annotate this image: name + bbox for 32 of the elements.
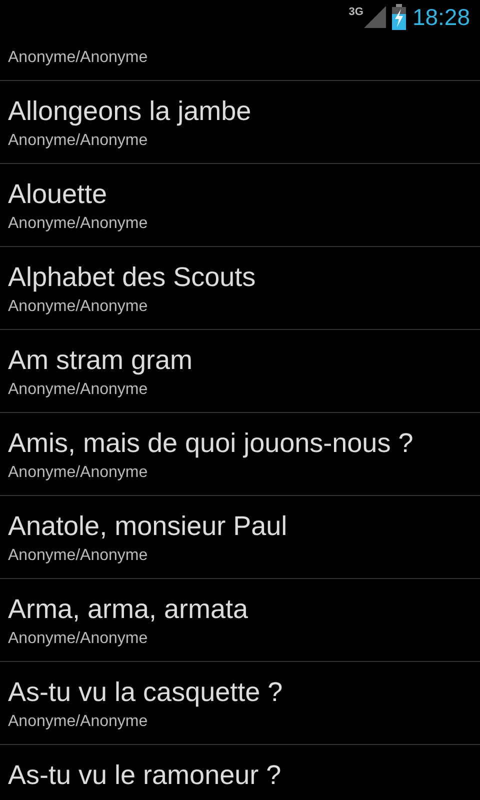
song-author: Anonyme/Anonyme bbox=[8, 380, 149, 400]
song-author: Anonyme/Anonyme bbox=[8, 214, 149, 234]
song-list-item[interactable]: Alphabet des Scouts Anonyme/Anonyme bbox=[0, 247, 480, 330]
song-list-item[interactable]: As-tu vu le ramoneur ? bbox=[0, 745, 480, 800]
song-list-item[interactable]: Alouette Anonyme/Anonyme bbox=[0, 164, 480, 247]
song-list-item[interactable]: As-tu vu la casquette ? Anonyme/Anonyme bbox=[0, 662, 480, 745]
song-title: Arma, arma, armata bbox=[8, 593, 250, 625]
song-title: Anatole, monsieur Paul bbox=[8, 510, 288, 542]
song-list-item[interactable]: Anonyme/Anonyme bbox=[0, 34, 480, 81]
song-author: Anonyme/Anonyme bbox=[8, 297, 149, 317]
song-author: Anonyme/Anonyme bbox=[8, 546, 149, 566]
song-author: Anonyme/Anonyme bbox=[8, 48, 149, 68]
song-title: As-tu vu la casquette ? bbox=[8, 676, 284, 708]
song-author: Anonyme/Anonyme bbox=[8, 712, 149, 732]
song-title: Allongeons la jambe bbox=[8, 95, 252, 127]
song-author: Anonyme/Anonyme bbox=[8, 629, 149, 649]
song-list-item[interactable]: Arma, arma, armata Anonyme/Anonyme bbox=[0, 579, 480, 662]
song-title: Am stram gram bbox=[8, 344, 194, 376]
clock: 18:28 bbox=[412, 4, 470, 30]
signal-icon bbox=[364, 6, 386, 28]
song-title: Alouette bbox=[8, 178, 108, 210]
song-author: Anonyme/Anonyme bbox=[8, 131, 149, 151]
song-title: As-tu vu le ramoneur ? bbox=[8, 759, 282, 791]
battery-charging-icon bbox=[392, 4, 406, 30]
song-list-item[interactable]: Am stram gram Anonyme/Anonyme bbox=[0, 330, 480, 413]
song-author: Anonyme/Anonyme bbox=[8, 463, 149, 483]
song-list-item[interactable]: Anatole, monsieur Paul Anonyme/Anonyme bbox=[0, 496, 480, 579]
network-type: 3G bbox=[348, 6, 364, 18]
song-list-item[interactable]: Amis, mais de quoi jouons-nous ? Anonyme/Anonyme bbox=[0, 413, 480, 496]
song-title: Amis, mais de quoi jouons-nous ? bbox=[8, 427, 414, 459]
song-list-item[interactable]: Allongeons la jambe Anonyme/Anonyme bbox=[0, 81, 480, 164]
song-title: Alphabet des Scouts bbox=[8, 261, 257, 293]
